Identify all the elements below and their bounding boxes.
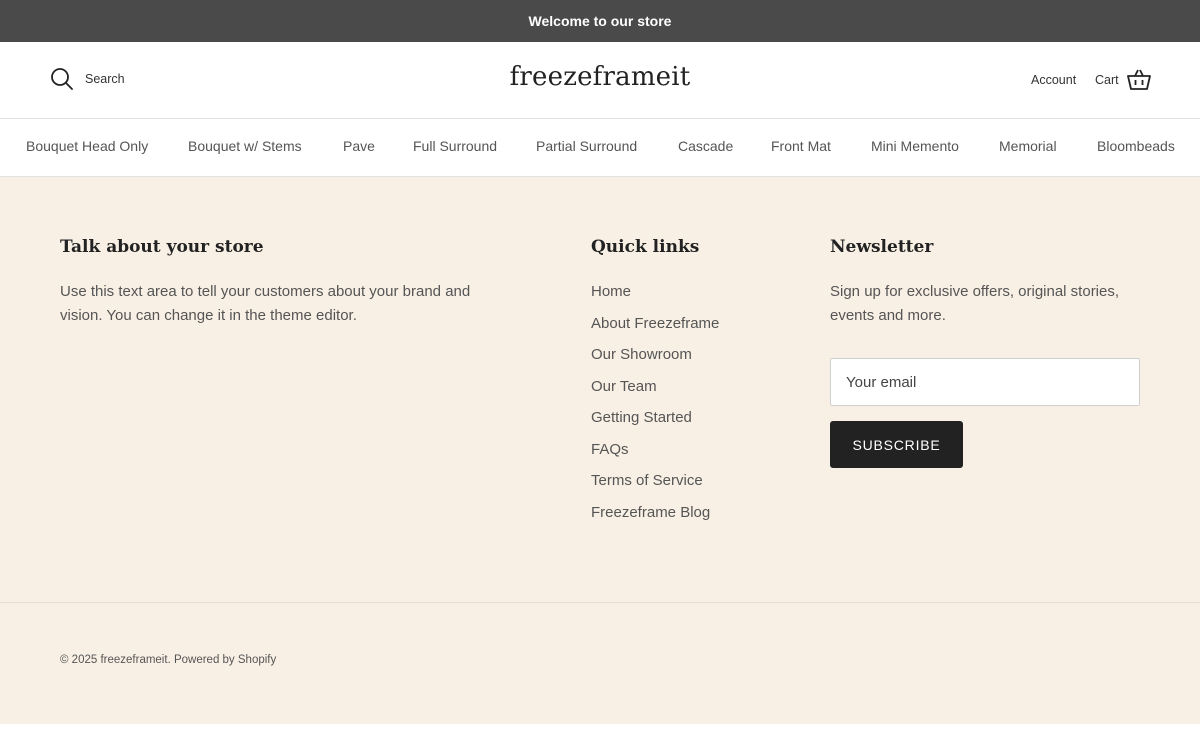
powered-by-link[interactable]: Powered by Shopify [174,654,276,666]
nav-item-bloombeads[interactable]: Bloombeads [1097,138,1175,154]
copyright: © 2025 freezeframeit. Powered by Shopify [60,654,276,666]
site-footer: Talk about your store Use this text area… [0,177,1200,724]
nav-item-pave[interactable]: Pave [343,138,375,154]
cart-basket-icon [1126,69,1151,90]
newsletter-text: Sign up for exclusive offers, original s… [830,283,1120,324]
store-logo[interactable]: freezeframeit [510,62,691,92]
site-header: Search freezeframeit Account Cart [0,42,1200,118]
nav-item-bouquet-head-only[interactable]: Bouquet Head Only [26,138,148,154]
cart-label: Cart [1095,73,1119,87]
announcement-bar: Welcome to our store [0,0,1200,42]
search-button[interactable]: Search [50,67,125,91]
quick-links-list: Home About Freezeframe Our Showroom Our … [591,281,719,533]
logo-container: freezeframeit [0,62,1200,92]
footer-divider [0,602,1200,603]
quick-link-home[interactable]: Home [591,281,719,313]
announcement-text: Welcome to our store [528,13,672,29]
quick-link-showroom[interactable]: Our Showroom [591,344,719,376]
quick-links-title: Quick links [591,237,700,257]
email-field[interactable] [830,358,1140,406]
nav-item-full-surround[interactable]: Full Surround [413,138,497,154]
account-link[interactable]: Account [1031,73,1076,87]
nav-item-front-mat[interactable]: Front Mat [771,138,831,154]
subscribe-button[interactable]: SUBSCRIBE [830,421,963,468]
quick-link-faqs[interactable]: FAQs [591,439,719,471]
nav-item-cascade[interactable]: Cascade [678,138,733,154]
about-title: Talk about your store [60,237,264,257]
newsletter-title: Newsletter [830,237,934,257]
main-nav: Bouquet Head Only Bouquet w/ Stems Pave … [0,118,1200,177]
copyright-store-link[interactable]: freezeframeit [100,654,167,666]
nav-item-mini-memento[interactable]: Mini Memento [871,138,959,154]
quick-link-terms[interactable]: Terms of Service [591,470,719,502]
nav-item-memorial[interactable]: Memorial [999,138,1057,154]
quick-link-team[interactable]: Our Team [591,376,719,408]
nav-item-bouquet-with-stems[interactable]: Bouquet w/ Stems [188,138,302,154]
copyright-prefix: © 2025 [60,654,101,666]
search-icon [51,68,73,90]
quick-link-getting-started[interactable]: Getting Started [591,407,719,439]
about-text: Use this text area to tell your customer… [60,283,471,324]
quick-link-blog[interactable]: Freezeframe Blog [591,502,719,534]
quick-link-about[interactable]: About Freezeframe [591,313,719,345]
nav-item-partial-surround[interactable]: Partial Surround [536,138,637,154]
search-label: Search [85,72,125,86]
cart-link[interactable]: Cart [1095,69,1151,91]
